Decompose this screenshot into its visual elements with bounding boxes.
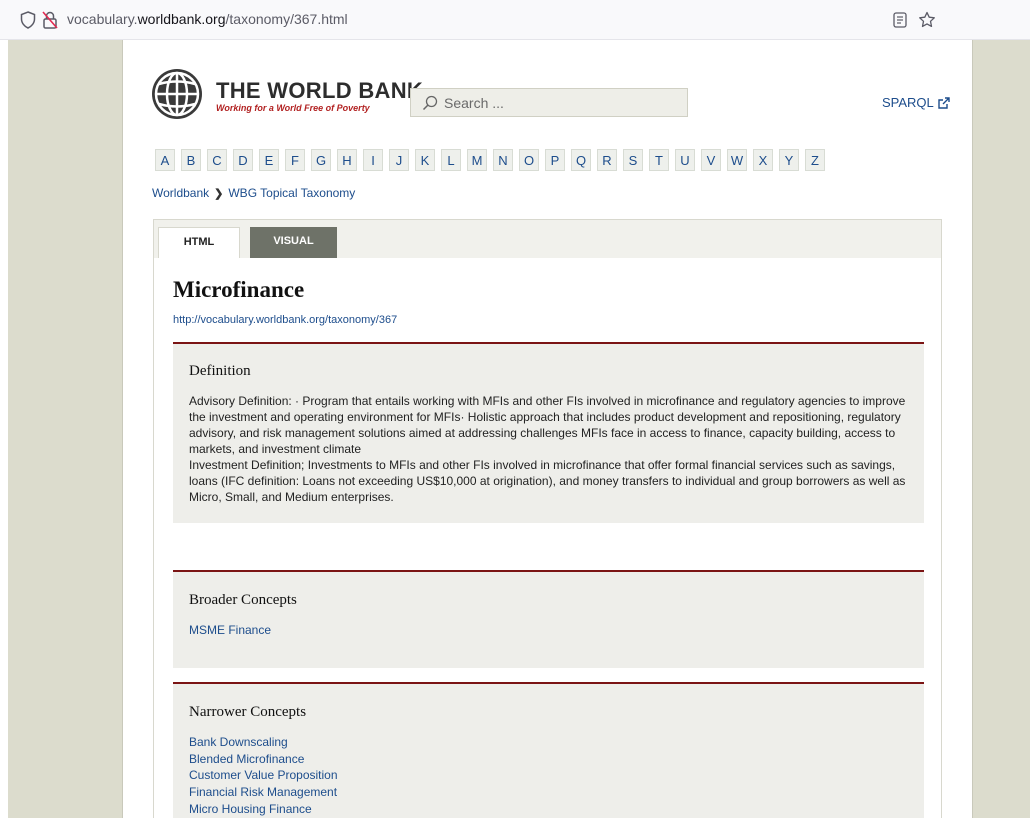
- chevron-right-icon: ❯: [214, 187, 224, 200]
- alpha-letter-z[interactable]: Z: [805, 149, 825, 171]
- narrower-concept-link[interactable]: Bank Downscaling: [189, 734, 338, 751]
- browser-url-bar: vocabulary.worldbank.org/taxonomy/367.ht…: [0, 0, 1030, 40]
- alpha-letter-f[interactable]: F: [285, 149, 305, 171]
- alpha-letter-q[interactable]: Q: [571, 149, 591, 171]
- investment-definition: Investment Definition; Investments to MF…: [189, 458, 906, 504]
- page-title: Microfinance: [173, 277, 305, 302]
- url-domain: worldbank.org: [137, 11, 226, 27]
- narrower-concept-link[interactable]: Customer Value Proposition: [189, 767, 338, 784]
- sparql-link[interactable]: SPARQL: [882, 95, 950, 110]
- alpha-letter-v[interactable]: V: [701, 149, 721, 171]
- alpha-letter-x[interactable]: X: [753, 149, 773, 171]
- definition-text: Advisory Definition: · Program that enta…: [189, 393, 911, 505]
- definition-section: Definition Advisory Definition: · Progra…: [173, 342, 924, 523]
- alpha-letter-p[interactable]: P: [545, 149, 565, 171]
- search-box: [410, 88, 688, 117]
- alpha-letter-b[interactable]: B: [181, 149, 201, 171]
- alpha-letter-i[interactable]: I: [363, 149, 383, 171]
- external-link-icon: [938, 96, 950, 109]
- broader-concept-link[interactable]: MSME Finance: [189, 622, 271, 639]
- alpha-letter-h[interactable]: H: [337, 149, 357, 171]
- logo-subtitle: Working for a World Free of Poverty: [216, 103, 370, 113]
- world-bank-globe-icon[interactable]: [150, 67, 204, 121]
- shield-icon[interactable]: [20, 11, 36, 29]
- tab-html[interactable]: HTML: [158, 227, 240, 259]
- alpha-letter-j[interactable]: J: [389, 149, 409, 171]
- definition-heading: Definition: [189, 363, 251, 379]
- logo-title[interactable]: THE WORLD BANK: [216, 78, 423, 104]
- alpha-letter-w[interactable]: W: [727, 149, 747, 171]
- narrower-concepts-section: Narrower Concepts Bank Downscaling Blend…: [173, 682, 924, 818]
- alpha-letter-s[interactable]: S: [623, 149, 643, 171]
- alpha-letter-k[interactable]: K: [415, 149, 435, 171]
- tab-visual[interactable]: VISUAL: [250, 227, 337, 258]
- alpha-letter-u[interactable]: U: [675, 149, 695, 171]
- alpha-letter-g[interactable]: G: [311, 149, 331, 171]
- url-prefix: vocabulary.: [67, 11, 138, 27]
- alpha-letter-n[interactable]: N: [493, 149, 513, 171]
- narrower-concept-link[interactable]: Financial Risk Management: [189, 784, 338, 801]
- breadcrumb: Worldbank ❯ WBG Topical Taxonomy: [152, 186, 355, 200]
- concept-uri-link[interactable]: http://vocabulary.worldbank.org/taxonomy…: [173, 314, 397, 326]
- broader-list: MSME Finance: [189, 622, 271, 639]
- bookmark-star-icon[interactable]: [918, 11, 936, 29]
- alphabet-nav: A B C D E F G H I J K L M N O P Q R S T …: [155, 149, 825, 171]
- alpha-letter-a[interactable]: A: [155, 149, 175, 171]
- search-icon: [422, 95, 438, 110]
- alpha-letter-o[interactable]: O: [519, 149, 539, 171]
- breadcrumb-root[interactable]: Worldbank: [152, 186, 209, 200]
- alpha-letter-y[interactable]: Y: [779, 149, 799, 171]
- alpha-letter-d[interactable]: D: [233, 149, 253, 171]
- breadcrumb-current[interactable]: WBG Topical Taxonomy: [228, 186, 355, 200]
- search-input[interactable]: [444, 94, 684, 111]
- alpha-letter-c[interactable]: C: [207, 149, 227, 171]
- insecure-lock-icon[interactable]: [42, 10, 58, 30]
- narrower-concept-link[interactable]: Blended Microfinance: [189, 751, 338, 768]
- alpha-letter-t[interactable]: T: [649, 149, 669, 171]
- alpha-letter-l[interactable]: L: [441, 149, 461, 171]
- url-text[interactable]: vocabulary.worldbank.org/taxonomy/367.ht…: [67, 11, 348, 27]
- alpha-letter-e[interactable]: E: [259, 149, 279, 171]
- broader-concepts-section: Broader Concepts MSME Finance: [173, 570, 924, 668]
- alpha-letter-r[interactable]: R: [597, 149, 617, 171]
- narrower-concept-link[interactable]: Micro Housing Finance: [189, 801, 338, 818]
- reader-view-icon[interactable]: [893, 12, 907, 28]
- sparql-label: SPARQL: [882, 95, 934, 110]
- narrower-list: Bank Downscaling Blended Microfinance Cu…: [189, 734, 338, 818]
- narrower-heading: Narrower Concepts: [189, 704, 307, 720]
- url-path: /taxonomy/367.html: [225, 11, 348, 27]
- alpha-letter-m[interactable]: M: [467, 149, 487, 171]
- advisory-definition: Advisory Definition: · Program that enta…: [189, 394, 906, 456]
- broader-heading: Broader Concepts: [189, 592, 297, 608]
